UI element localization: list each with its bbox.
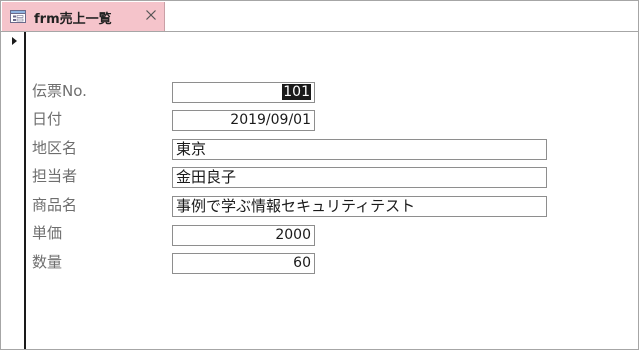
- slip-no-field[interactable]: 101: [172, 82, 315, 103]
- tab-title: frm売上一覧: [34, 12, 112, 27]
- quantity-label: 数量: [32, 253, 63, 271]
- date-label: 日付: [32, 110, 63, 128]
- form-window: frm売上一覧 伝票No. 101 日付 2019/09/01 地区名 東京 担…: [0, 0, 639, 350]
- form-icon: [10, 10, 26, 23]
- unit-price-field[interactable]: 2000: [172, 225, 315, 246]
- form-detail-section: 伝票No. 101 日付 2019/09/01 地区名 東京 担当者 金田良子 …: [26, 32, 638, 349]
- region-field[interactable]: 東京: [172, 139, 547, 160]
- quantity-field[interactable]: 60: [172, 253, 315, 274]
- tab-frm-sales-list[interactable]: frm売上一覧: [2, 2, 165, 31]
- slip-no-label: 伝票No.: [32, 82, 87, 100]
- unit-price-label: 単価: [32, 224, 63, 242]
- document-tab-bar: frm売上一覧: [1, 1, 638, 32]
- close-icon[interactable]: [145, 9, 157, 21]
- product-field[interactable]: 事例で学ぶ情報セキュリティテスト: [172, 196, 547, 217]
- slip-no-value: 101: [282, 84, 311, 100]
- date-field[interactable]: 2019/09/01: [172, 110, 315, 131]
- staff-field[interactable]: 金田良子: [172, 167, 547, 188]
- staff-label: 担当者: [32, 167, 78, 185]
- product-label: 商品名: [32, 196, 78, 214]
- record-selector[interactable]: [2, 32, 26, 349]
- region-label: 地区名: [32, 139, 78, 157]
- current-record-arrow-icon: [12, 37, 17, 45]
